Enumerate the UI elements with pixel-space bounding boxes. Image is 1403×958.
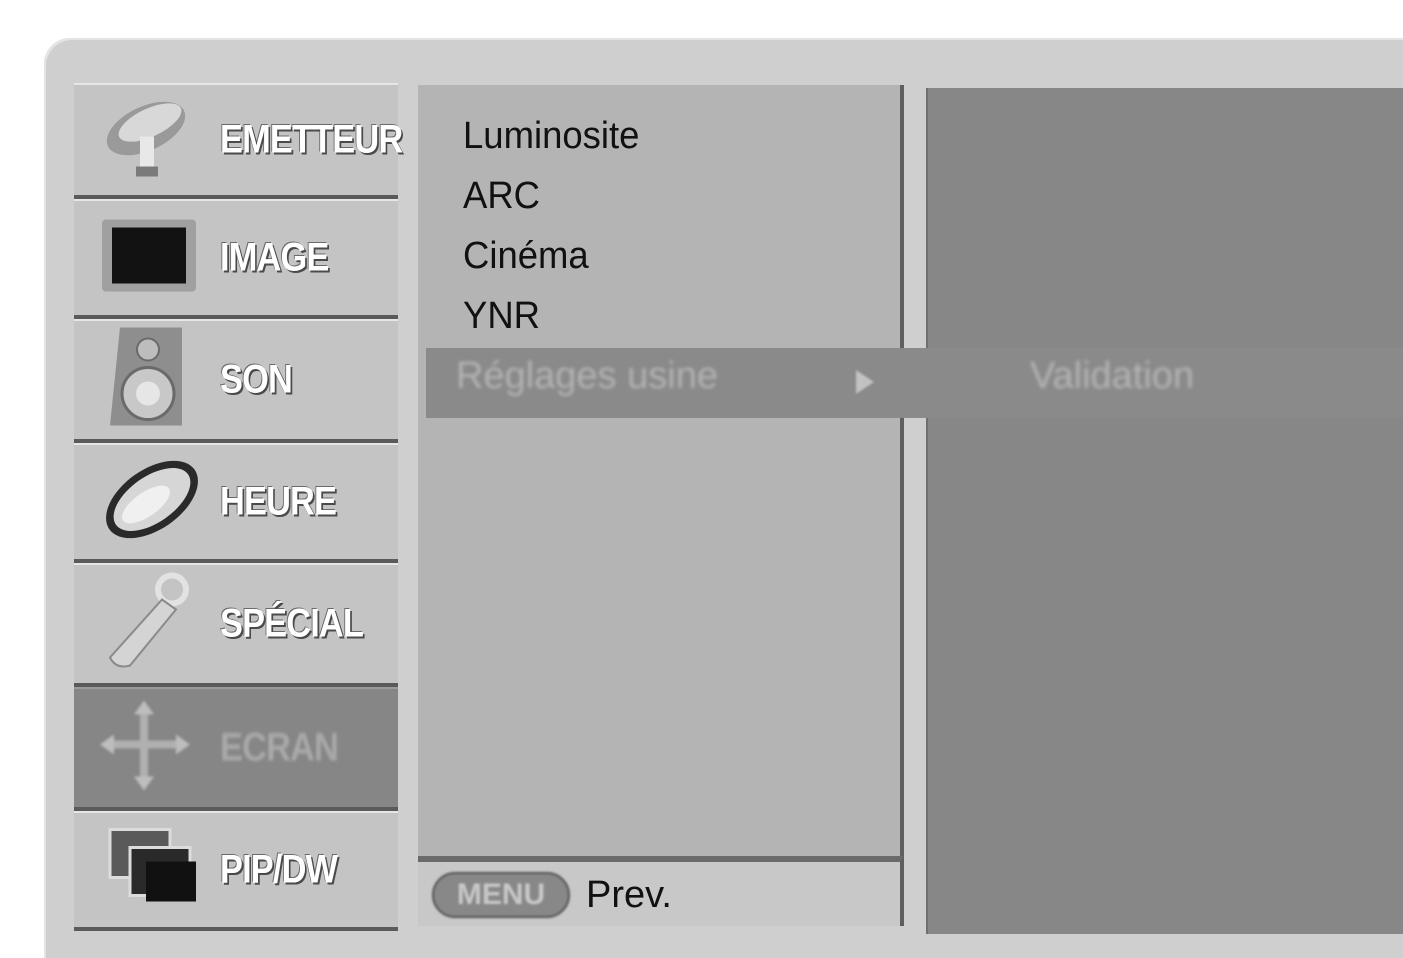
key-icon [100,570,196,679]
category-label: SON [220,357,293,402]
picture-icon [100,216,200,301]
category-emetteur[interactable]: EMETTEUR [74,83,403,199]
submenu-item-cinema[interactable]: Cinéma [463,235,589,278]
clock-icon [100,453,204,552]
submenu-panel: Luminosite ARC Cinéma YNR [418,85,904,925]
highlighted-item-label: Réglages usine [456,355,718,397]
category-ecran[interactable]: ECRAN [74,687,398,811]
submenu-item-luminosite[interactable]: Luminosite [463,115,639,158]
category-label: PIP/DW [220,847,338,892]
category-son[interactable]: SON [74,319,398,443]
category-label: HEURE [220,479,337,524]
pip-icon [108,828,198,913]
satellite-dish-icon [100,93,200,188]
category-image[interactable]: IMAGE [74,199,398,319]
category-label: IMAGE [220,235,329,280]
category-label: ECRAN [220,725,339,770]
submenu-item-arc[interactable]: ARC [463,175,540,218]
screen-move-icon [100,700,190,796]
footer-bar: MENU Prev. [418,856,904,926]
category-pip-dw[interactable]: PIP/DW [74,811,398,931]
speaker-icon [100,326,190,435]
validation-option[interactable]: Validation [1030,355,1194,398]
category-special[interactable]: SPÉCIAL [74,563,398,687]
category-menu: EMETTEUR IMAGE SON HEURE SPÉCIAL ECRAN P… [74,83,403,943]
category-label: EMETTEUR [220,117,403,162]
category-label: SPÉCIAL [220,601,364,646]
prev-label: Prev. [586,874,672,916]
menu-key-icon: MENU [432,872,570,918]
submenu-item-ynr[interactable]: YNR [463,295,540,338]
category-heure[interactable]: HEURE [74,443,398,563]
value-panel [926,88,1403,934]
arrow-right-icon [856,370,874,394]
